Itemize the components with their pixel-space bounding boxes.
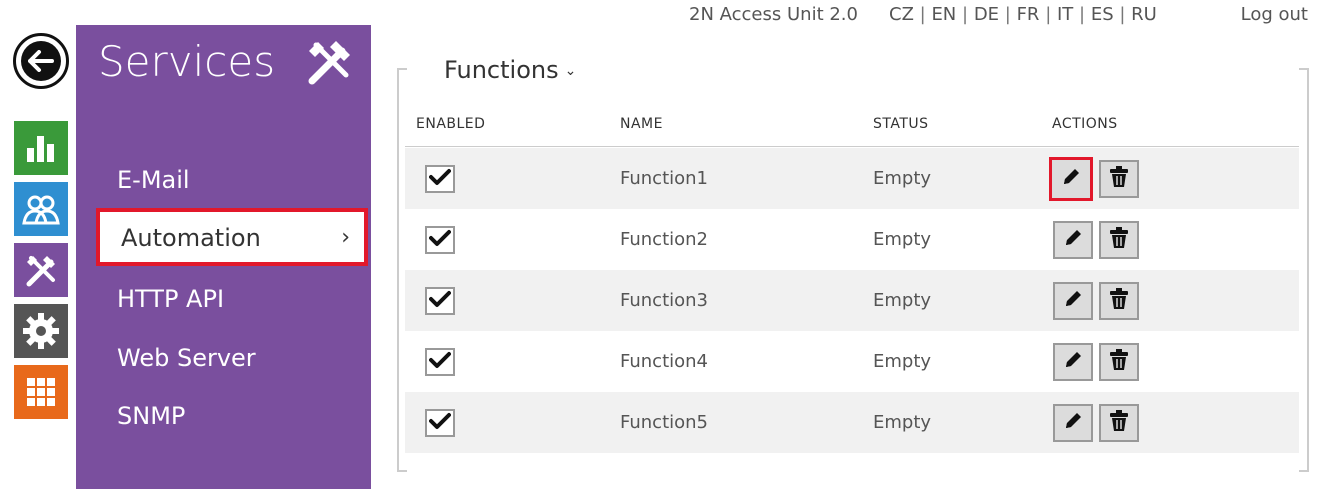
function-status: Empty [873,290,932,311]
menu-item-http-api[interactable]: HTTP API [76,270,371,328]
trash-icon [1108,226,1130,255]
enabled-checkbox[interactable] [425,348,455,376]
function-name: Function3 [620,290,709,311]
delete-button[interactable] [1099,282,1139,320]
users-icon [22,195,60,225]
settings-nav-button[interactable] [14,304,68,358]
menu-item-label: Automation [121,224,261,252]
checkmark-icon [429,412,451,435]
function-status: Empty [873,168,932,189]
delete-button[interactable] [1099,404,1139,442]
table-row: Function3 Empty [405,270,1299,331]
pencil-icon [1062,410,1084,437]
back-arrow-icon [21,41,61,81]
services-title: Services [98,37,276,86]
function-name: Function5 [620,412,709,433]
checkmark-icon [429,351,451,374]
pencil-icon [1062,349,1084,376]
grid-icon [27,378,55,406]
lang-es[interactable]: ES [1091,4,1114,25]
function-status: Empty [873,351,932,372]
lang-cz[interactable]: CZ [889,4,914,25]
function-status: Empty [873,229,932,250]
function-name: Function2 [620,229,709,250]
delete-button[interactable] [1099,221,1139,259]
trash-icon [1108,409,1130,438]
services-panel: Services E-Mail Automation › HTTP API We… [76,25,371,489]
function-name: Function1 [620,168,709,189]
edit-button[interactable] [1053,404,1093,442]
directory-nav-button[interactable] [14,182,68,236]
chart-icon [27,136,54,162]
trash-icon [1108,287,1130,316]
table-header: ENABLED NAME STATUS ACTIONS [405,113,1299,147]
table-row: Function4 Empty [405,331,1299,392]
lang-fr[interactable]: FR [1017,4,1040,25]
column-status: STATUS [873,116,929,132]
enabled-checkbox[interactable] [425,165,455,193]
lang-ru[interactable]: RU [1131,4,1157,25]
functions-title: Functions [444,56,559,84]
chevron-right-icon: › [341,225,350,250]
status-nav-button[interactable] [14,121,68,175]
tools-icon [308,41,350,85]
trash-icon [1108,348,1130,377]
enabled-checkbox[interactable] [425,226,455,254]
table-row: Function1 Empty [405,148,1299,209]
menu-item-email[interactable]: E-Mail [76,151,371,209]
back-button[interactable] [13,33,69,89]
edit-button[interactable] [1053,282,1093,320]
edit-button[interactable] [1053,221,1093,259]
column-actions: ACTIONS [1052,116,1118,132]
logout-link[interactable]: Log out [1241,4,1308,25]
delete-button[interactable] [1099,343,1139,381]
checkmark-icon [429,229,451,252]
delete-button[interactable] [1099,160,1139,198]
edit-button[interactable] [1049,157,1093,201]
tools-icon [26,256,55,287]
column-name: NAME [620,116,663,132]
system-nav-button[interactable] [14,365,68,419]
pencil-icon [1060,166,1082,193]
language-switcher: CZ | EN | DE | FR | IT | ES | RU [889,4,1157,25]
checkmark-icon [429,290,451,313]
lang-en[interactable]: EN [931,4,956,25]
table-row: Function5 Empty [405,392,1299,453]
chevron-down-icon: ⌄ [564,63,577,79]
functions-dropdown[interactable]: Functions ⌄ [440,56,581,84]
device-name: 2N Access Unit 2.0 [689,4,858,25]
function-status: Empty [873,412,932,433]
pencil-icon [1062,227,1084,254]
menu-item-automation[interactable]: Automation › [96,208,368,266]
menu-item-snmp[interactable]: SNMP [76,387,371,445]
trash-icon [1108,165,1130,194]
table-row: Function2 Empty [405,209,1299,270]
menu-item-web-server[interactable]: Web Server [76,329,371,387]
function-name: Function4 [620,351,709,372]
checkmark-icon [429,168,451,191]
lang-de[interactable]: DE [974,4,999,25]
gear-icon [23,313,59,349]
lang-it[interactable]: IT [1057,4,1073,25]
services-nav-button[interactable] [14,243,68,297]
enabled-checkbox[interactable] [425,409,455,437]
column-enabled: ENABLED [416,116,486,132]
enabled-checkbox[interactable] [425,287,455,315]
pencil-icon [1062,288,1084,315]
edit-button[interactable] [1053,343,1093,381]
